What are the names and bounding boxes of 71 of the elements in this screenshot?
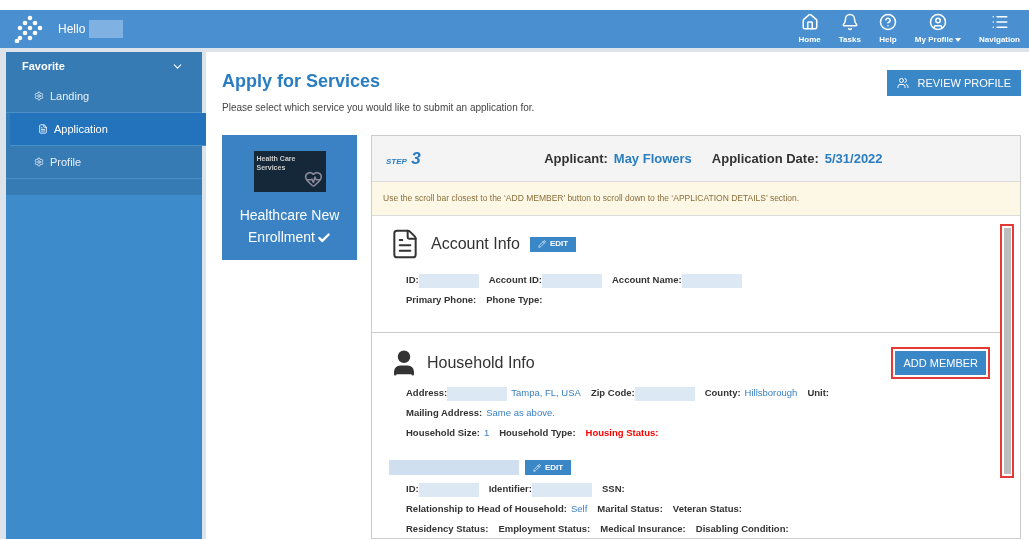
field-value: Tampa, FL, USA — [511, 386, 581, 401]
edit-button[interactable]: EDIT — [525, 460, 572, 475]
notice-banner: Use the scroll bar closest to the ‘ADD MEMBER’ button to scroll down to the ‘APPLICATION DETAILS’ section. — [372, 182, 1020, 216]
sidebar-group[interactable]: Favorite — [6, 52, 202, 80]
field-label: Employment Status: — [498, 522, 591, 537]
field-label: Disabling Condition: — [695, 522, 789, 537]
field-value: Same as above. — [486, 406, 555, 421]
home-icon — [800, 12, 819, 31]
field-label: Medical Insurance: — [600, 522, 686, 537]
redacted-block — [634, 386, 695, 401]
sidebar-item[interactable]: Application — [10, 113, 206, 146]
help-icon — [878, 12, 897, 31]
field-label: County: — [704, 386, 741, 401]
field-label: ID: — [406, 273, 419, 288]
redacted-block — [542, 273, 602, 288]
field-label: Identifier: — [488, 482, 532, 497]
page-subtitle: Please select which service you would like to submit an application for. — [222, 101, 535, 115]
redacted-block — [447, 386, 508, 401]
field-label: Veteran Status: — [672, 502, 742, 517]
section-title: Household Info — [427, 353, 535, 373]
sidebar-item[interactable]: Profile — [6, 146, 202, 179]
tasks-icon — [840, 12, 859, 31]
nav-button[interactable]: Help — [869, 10, 906, 48]
redacted-block — [89, 20, 124, 38]
field-label: Account ID: — [488, 273, 542, 288]
date-label: Application Date: — [711, 149, 819, 168]
application-date: 5/31/2022 — [824, 149, 883, 168]
step-indicator: STEP 3 — [386, 147, 421, 170]
field-label: Account Name: — [612, 273, 682, 288]
pencil-icon — [533, 463, 541, 472]
edit-button[interactable]: EDIT — [529, 236, 577, 252]
nav-button[interactable]: Tasks — [829, 10, 870, 48]
field-label: Unit: — [807, 386, 830, 401]
document-icon — [38, 124, 48, 134]
field-label: Zip Code: — [590, 386, 635, 401]
field-value: Hillsborough — [744, 386, 798, 401]
field-label: Mailing Address: — [406, 406, 483, 421]
field-label: SSN: — [601, 482, 625, 497]
page-title: Apply for Services — [222, 70, 382, 93]
applicant-name: May Flowers — [613, 149, 692, 168]
nav-button[interactable]: Navigation — [970, 10, 1029, 48]
scrollbar[interactable] — [1000, 224, 1014, 478]
greeting-text: Hello — [58, 21, 86, 38]
field-label: Household Size: — [406, 426, 480, 441]
field-label: Marital Status: — [597, 502, 663, 517]
profile-icon — [928, 12, 947, 31]
field-value: Self — [571, 502, 588, 517]
field-label: Address: — [406, 386, 448, 401]
pencil-icon — [537, 240, 546, 248]
field-label: Household Type: — [499, 426, 576, 441]
field-label: Primary Phone: — [406, 293, 477, 308]
field-label: Housing Status: — [585, 426, 659, 441]
redacted-block — [418, 482, 479, 497]
gear-icon — [34, 91, 44, 101]
review-profile-button[interactable]: REVIEW PROFILE — [887, 70, 1021, 96]
section-title: Account Info — [431, 234, 520, 254]
redacted-block — [418, 273, 479, 288]
field-label: Phone Type: — [486, 293, 543, 308]
add-member-button[interactable]: ADD MEMBER — [895, 351, 986, 375]
gear-icon — [34, 157, 44, 167]
redacted-block — [531, 482, 592, 497]
applicant-label: Applicant: — [544, 149, 608, 168]
field-value: 1 — [483, 426, 490, 441]
redacted-block — [681, 273, 742, 288]
field-label: Relationship to Head of Household: — [406, 502, 567, 517]
field-label: Residency Status: — [406, 522, 489, 537]
people-icon — [897, 77, 910, 89]
nav-button[interactable]: Home — [789, 10, 830, 48]
field-label: ID: — [406, 482, 419, 497]
nav-button[interactable]: My Profile — [905, 10, 971, 48]
heart-icon — [303, 169, 323, 189]
